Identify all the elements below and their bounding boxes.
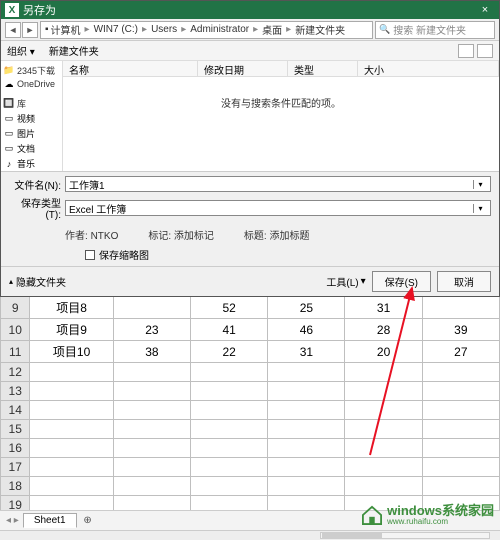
table-row: 10 项目9 23 41 46 28 39: [1, 319, 500, 341]
data-grid[interactable]: 9 项目8 52 25 31 10 项目9 23 41 46 28 39 11 …: [0, 297, 500, 515]
title-field[interactable]: 标题: 添加标题: [244, 227, 310, 242]
house-icon: [361, 505, 383, 525]
col-name: 名称: [63, 61, 198, 76]
chevron-down-icon: ▾: [473, 180, 487, 189]
chevron-down-icon: ▾: [473, 204, 487, 213]
folder-icon: 📁: [4, 66, 14, 76]
file-list-header[interactable]: 名称 修改日期 类型 大小: [63, 61, 499, 77]
add-sheet-button[interactable]: ⊕: [81, 514, 95, 528]
nav-row: ◄ ► ▪ 计算机▸ WIN7 (C:)▸ Users▸ Administrat…: [1, 19, 499, 41]
new-folder-button[interactable]: 新建文件夹: [49, 43, 99, 58]
documents[interactable]: ▭文档: [3, 141, 60, 156]
dialog-titlebar[interactable]: X 另存为 ×: [1, 1, 499, 19]
tab-sheet1[interactable]: Sheet1: [23, 513, 77, 528]
chevron-up-icon: ▴: [9, 277, 13, 286]
filename-label: 文件名(N):: [9, 177, 61, 192]
cancel-button[interactable]: 取消: [437, 271, 491, 292]
excel-app-icon: X: [5, 3, 19, 17]
horizontal-scrollbar[interactable]: [0, 530, 500, 540]
nav-sidebar: 📁2345下载 ☁OneDrive 🔲库 ▭视频 ▭图片 ▭文档 ♪音乐 💻计算…: [1, 61, 63, 171]
save-as-dialog: X 另存为 × ◄ ► ▪ 计算机▸ WIN7 (C:)▸ Users▸ Adm…: [0, 0, 500, 297]
thumbnail-checkbox[interactable]: [85, 250, 95, 260]
view-icons-button[interactable]: [458, 44, 474, 58]
table-row: 9 项目8 52 25 31: [1, 297, 500, 319]
dialog-toolbar: 组织 ▾ 新建文件夹: [1, 41, 499, 61]
table-row: 11 项目10 38 22 31 20 27: [1, 341, 500, 363]
search-icon: 🔍: [379, 24, 390, 35]
watermark-text: windows系统家园: [387, 504, 494, 517]
nav-fwd-button[interactable]: ►: [22, 22, 38, 38]
tab-nav-arrows[interactable]: ◂ ▸: [6, 515, 19, 526]
nav-back-button[interactable]: ◄: [5, 22, 21, 38]
watermark-url: www.ruhaifu.com: [387, 517, 494, 526]
hide-folders-toggle[interactable]: ▴ 隐藏文件夹: [9, 274, 66, 289]
music-icon: ♪: [4, 159, 14, 169]
dialog-title-text: 另存为: [23, 2, 56, 18]
organize-button[interactable]: 组织 ▾: [7, 43, 35, 58]
row-header: 9: [1, 297, 30, 319]
music[interactable]: ♪音乐: [3, 156, 60, 171]
table-row: 15: [1, 420, 500, 439]
libraries[interactable]: 🔲库: [3, 96, 60, 111]
library-icon: 🔲: [4, 99, 14, 109]
save-button[interactable]: 保存(S): [372, 271, 431, 292]
folder-2345[interactable]: 📁2345下载: [3, 63, 60, 78]
breadcrumb[interactable]: ▪ 计算机▸ WIN7 (C:)▸ Users▸ Administrator▸ …: [40, 21, 373, 39]
col-size: 大小: [358, 61, 499, 76]
row-header: 10: [1, 319, 30, 341]
table-row: 12: [1, 363, 500, 382]
pictures[interactable]: ▭图片: [3, 126, 60, 141]
picture-icon: ▭: [4, 129, 14, 139]
col-type: 类型: [288, 61, 358, 76]
tools-menu[interactable]: 工具(L) ▾: [326, 274, 365, 289]
close-icon[interactable]: ×: [475, 4, 495, 16]
filetype-label: 保存类型(T):: [9, 195, 61, 221]
onedrive[interactable]: ☁OneDrive: [3, 78, 60, 90]
videos[interactable]: ▭视频: [3, 111, 60, 126]
author-field[interactable]: 作者: NTKO: [65, 227, 118, 242]
filename-input[interactable]: 工作簿1 ▾: [65, 176, 491, 192]
chevron-down-icon: ▾: [361, 276, 366, 287]
table-row: 14: [1, 401, 500, 420]
tags-field[interactable]: 标记: 添加标记: [148, 227, 214, 242]
video-icon: ▭: [4, 114, 14, 124]
row-header: 11: [1, 341, 30, 363]
dialog-footer: ▴ 隐藏文件夹 工具(L) ▾ 保存(S) 取消: [1, 266, 499, 296]
cloud-icon: ☁: [4, 79, 14, 89]
watermark: windows系统家园 www.ruhaifu.com: [361, 504, 494, 526]
save-form: 文件名(N): 工作簿1 ▾ 保存类型(T): Excel 工作簿 ▾ 作者: …: [1, 171, 499, 266]
search-input[interactable]: 🔍 搜索 新建文件夹: [375, 21, 495, 39]
filetype-select[interactable]: Excel 工作簿 ▾: [65, 200, 491, 216]
scroll-thumb[interactable]: [322, 532, 382, 539]
col-date: 修改日期: [198, 61, 288, 76]
table-row: 16: [1, 439, 500, 458]
file-list-area: 名称 修改日期 类型 大小 没有与搜索条件匹配的项。: [63, 61, 499, 171]
empty-message: 没有与搜索条件匹配的项。: [63, 77, 499, 171]
doc-icon: ▭: [4, 144, 14, 154]
thumbnail-label: 保存缩略图: [99, 247, 149, 262]
table-row: 18: [1, 477, 500, 496]
help-button[interactable]: [477, 44, 493, 58]
table-row: 13: [1, 382, 500, 401]
table-row: 17: [1, 458, 500, 477]
